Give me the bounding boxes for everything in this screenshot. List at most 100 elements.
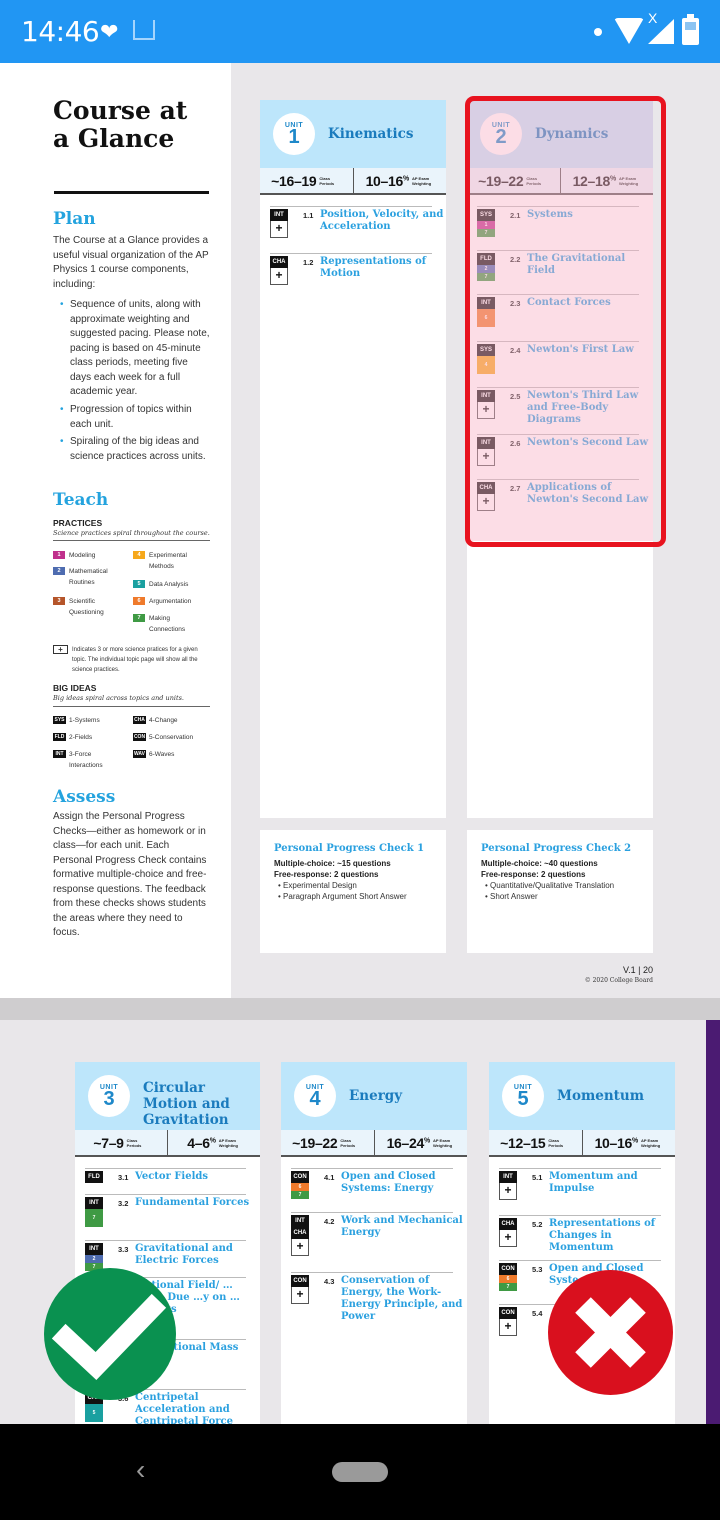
progress-check-2[interactable]: Personal Progress Check 2 Multiple-choice…	[467, 830, 653, 953]
periods-label: Class Periods	[126, 1137, 142, 1148]
plan-bullet: Sequence of units, along with approximat…	[60, 298, 210, 400]
practice-swatch: 4	[133, 551, 145, 559]
unit-stats: ~16–19 Class Periods 10–16% AP Exam Weighti…	[260, 168, 446, 195]
practice-label: Experimental Methods	[149, 552, 187, 570]
big-idea-tag: CHA	[499, 1218, 517, 1230]
unit-1-card[interactable]: UNIT 1 Kinematics ~16–19 Class Periods 10–16%…	[260, 100, 446, 818]
big-ideas-subtitle: Big ideas spiral across topics and units…	[53, 694, 184, 702]
page-title: Course at a Glance	[53, 97, 223, 153]
practice-item: 1 Modeling	[53, 550, 124, 561]
practice-item: 4 Experimental Methods	[133, 550, 204, 572]
left-column: Course at a Glance Plan The Course at a …	[0, 63, 231, 998]
big-idea-tag: INT	[270, 209, 288, 221]
big-idea-label: 2-Fields	[69, 734, 93, 741]
topic-name[interactable]: Momentum and Impulse	[549, 1171, 674, 1195]
item-text: Experimental Design	[283, 881, 357, 890]
progress-check-title: Personal Progress Check 2	[481, 843, 632, 854]
big-idea-tag: CON	[291, 1275, 309, 1287]
topic-name[interactable]: Fundamental Forces	[135, 1197, 260, 1209]
signal-icon	[648, 19, 674, 44]
topic-row[interactable]: CHA +1.2 Representations of Motion	[270, 253, 432, 285]
class-periods: ~16–19 Class Periods	[260, 168, 353, 193]
topic-row[interactable]: INT CHA +4.2 Work and Mechanical Energy	[291, 1212, 463, 1256]
topic-row[interactable]: CON 6 7 4.1 Open and Closed Systems: Energy	[291, 1168, 453, 1199]
practice-swatch: 5	[133, 580, 145, 588]
unit-stats: ~19–22 Class Periods 16–24% AP Exam Weighti…	[281, 1130, 467, 1157]
weight-label: AP Exam Weighting	[411, 175, 432, 186]
topic-row[interactable]: FLD 3.1 Vector Fields	[85, 1168, 246, 1183]
item-text: Paragraph Argument Short Answer	[283, 892, 407, 901]
back-button[interactable]: ‹	[136, 1454, 145, 1486]
plan-bullet: Progression of topics within each unit.	[60, 403, 210, 432]
topic-tags: CON 6 7	[499, 1263, 517, 1291]
big-idea-item: CHA 4-Change	[133, 715, 201, 726]
big-idea-tag: CON	[499, 1263, 517, 1275]
class-periods: ~7–9 Class Periods	[75, 1130, 167, 1155]
home-button[interactable]	[332, 1462, 388, 1482]
weight-label: AP Exam Weighting	[640, 1137, 661, 1148]
weight-number: 10–16	[365, 172, 404, 189]
topic-name[interactable]: Representations of Motion	[320, 256, 445, 280]
page-number: V.1 | 20	[622, 965, 653, 975]
plus-icon: +	[499, 1319, 517, 1336]
plus-icon: +	[499, 1230, 517, 1247]
unit-number: 4	[309, 1088, 321, 1110]
cross-icon[interactable]	[548, 1270, 673, 1395]
big-idea-tag: INT	[85, 1197, 103, 1209]
periods-label: Class Periods	[340, 1137, 356, 1148]
check-icon[interactable]	[44, 1268, 176, 1400]
topic-row[interactable]: CON 6 7 5.3 Open and Closed Syste…	[499, 1260, 661, 1291]
big-idea-item: INT 3-Force Interactions	[53, 749, 121, 771]
progress-check-1[interactable]: Personal Progress Check 1 Multiple-choice…	[260, 830, 446, 953]
topic-row[interactable]: INT +5.1 Momentum and Impulse	[499, 1168, 661, 1200]
topic-name[interactable]: Open and Closed Systems: Energy	[341, 1171, 466, 1195]
topic-number: 5.3	[532, 1265, 543, 1274]
topic-row[interactable]: INT 7 3.2 Fundamental Forces	[85, 1194, 249, 1227]
divider	[53, 540, 210, 541]
title-line-2: a Glance	[53, 124, 175, 153]
topic-name[interactable]: Gravitational and Electric Forces	[135, 1243, 260, 1267]
class-periods: ~19–22 Class Periods	[281, 1130, 374, 1155]
big-idea-label: 4-Change	[149, 717, 178, 724]
topic-tags: INT +	[499, 1171, 517, 1200]
periods-value: ~12–15	[500, 1134, 546, 1151]
practice-label: Making Connections	[149, 615, 186, 633]
plan-intro: The Course at a Glance provides a useful…	[53, 235, 209, 290]
topic-name[interactable]: Representations of Changes in Momentum	[549, 1218, 674, 1254]
title-line-1: Course at	[53, 96, 188, 125]
topic-row[interactable]: CHA +5.2 Representations of Changes in Mom…	[499, 1215, 661, 1253]
practice-swatch: 7	[133, 614, 145, 622]
tray-icon	[133, 20, 155, 40]
unit-header: UNIT 1 Kinematics	[260, 100, 446, 168]
topic-name[interactable]: Position, Velocity, and Acceleration	[320, 209, 445, 233]
periods-value: ~19–22	[292, 1134, 338, 1151]
topic-number: 4.3	[324, 1277, 335, 1286]
unit-stats: ~7–9 Class Periods 4–6% AP Exam Weighting	[75, 1130, 260, 1157]
practice-label: Argumentation	[149, 598, 192, 605]
practice-tag: 7	[499, 1283, 517, 1291]
topic-row[interactable]: CON +4.3 Conservation of Energy, the Work-…	[291, 1272, 462, 1322]
topic-row[interactable]: INT 2 7 3.3 Gravitational and Electric Force…	[85, 1240, 246, 1271]
topic-number: 5.1	[532, 1173, 543, 1182]
practice-tag: 2	[85, 1255, 103, 1263]
unit-4-card[interactable]: UNIT 4 Energy ~19–22 Class Periods 16–24% AP E…	[281, 1062, 467, 1424]
page-separator	[0, 998, 720, 1020]
divider	[53, 706, 210, 707]
big-idea-tag: WAV	[133, 750, 146, 758]
unit-name: Circular Motion and Gravitation	[143, 1080, 230, 1128]
unit-stats: ~12–15 Class Periods 10–16% AP Exam Weighti…	[489, 1130, 675, 1157]
unit-header: UNIT 4 Energy	[281, 1062, 467, 1130]
progress-check-item: • Short Answer	[485, 892, 538, 901]
topic-name[interactable]: Vector Fields	[135, 1171, 260, 1183]
exam-weighting: 10–16% AP Exam Weighting	[352, 168, 447, 193]
practice-item: 5 Data Analysis	[133, 579, 204, 590]
topic-row[interactable]: INT +1.1 Position, Velocity, and Accelerat…	[270, 206, 443, 238]
topic-name[interactable]: Work and Mechanical Energy	[341, 1215, 466, 1239]
topic-tags: CON +	[291, 1275, 309, 1304]
unit-name: Momentum	[557, 1088, 644, 1104]
weight-number: 16–24	[386, 1134, 425, 1151]
topic-name[interactable]: Conservation of Energy, the Work-Energy …	[341, 1275, 466, 1323]
dot-icon	[594, 28, 602, 36]
topic-number: 3.1	[118, 1173, 129, 1182]
big-idea-item: CON 5-Conservation	[133, 732, 201, 743]
